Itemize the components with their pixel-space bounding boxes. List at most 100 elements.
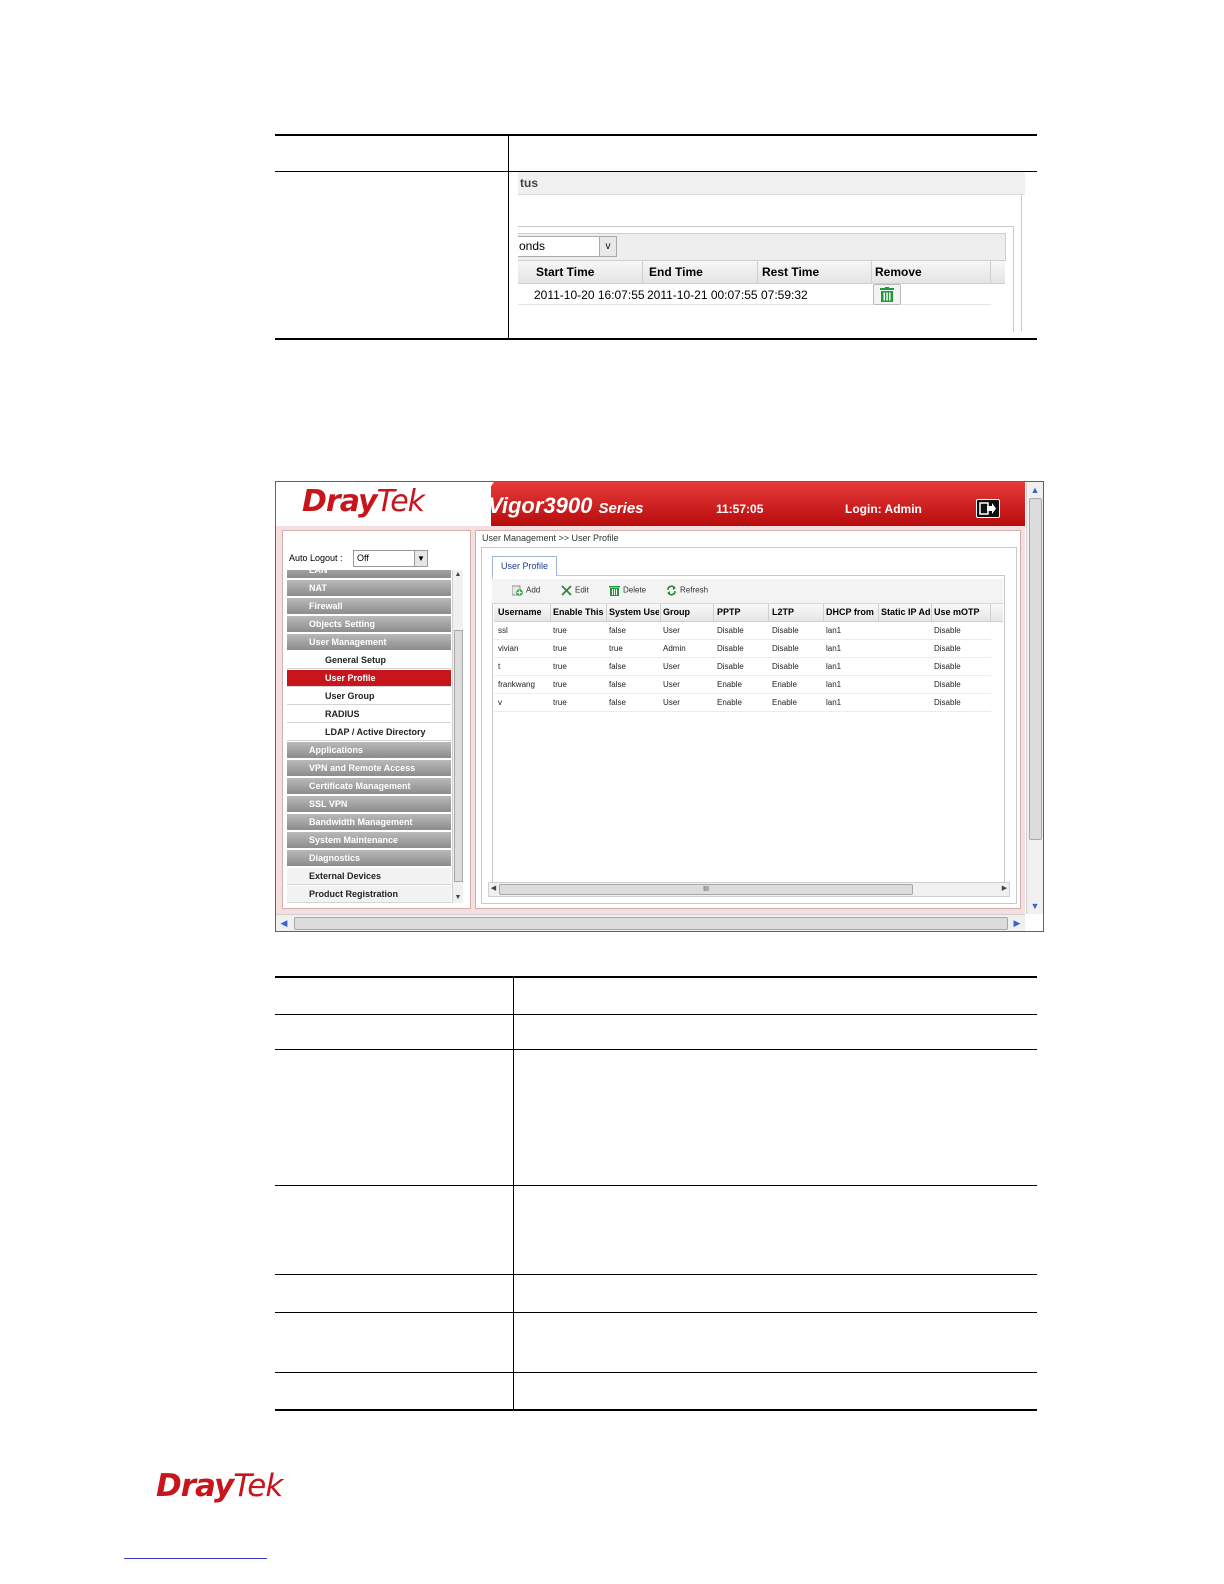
sidebar-item-bandwidth-management[interactable]: Bandwidth Management [287, 814, 451, 831]
sidebar-item-user-management[interactable]: User Management [287, 634, 451, 651]
sidebar-item-nat[interactable]: NAT [287, 580, 451, 597]
col-group[interactable]: Group [663, 607, 713, 617]
col-enable-this[interactable]: Enable This [553, 607, 605, 617]
window-horizontal-scrollbar[interactable]: ◀ ▶ [276, 914, 1025, 931]
sidebar-scrollbar[interactable]: ▲ ▼ [452, 570, 463, 903]
scroll-left-icon[interactable]: ◀ [489, 884, 498, 893]
status-tab[interactable]: tus [518, 172, 1025, 195]
doc-table2-rule [275, 1372, 1037, 1373]
breadcrumb: User Management >> User Profile [482, 533, 619, 543]
col-rest-time[interactable]: Rest Time [762, 265, 819, 279]
chevron-down-icon[interactable]: ▼ [414, 551, 427, 566]
sidebar-item-radius[interactable]: RADIUS [287, 706, 451, 723]
scroll-down-icon[interactable]: ▼ [1029, 900, 1041, 912]
logout-button[interactable] [976, 499, 1000, 518]
window-scroll-thumb[interactable] [1029, 498, 1042, 840]
sidebar-item-external-devices[interactable]: External Devices [287, 868, 451, 885]
sidebar-item-user-group[interactable]: User Group [287, 688, 451, 705]
chevron-down-icon[interactable]: v [599, 237, 616, 256]
refresh-button[interactable]: Refresh [666, 585, 708, 596]
navigation-menu: LAN NAT Firewall Objects Setting User Manage… [287, 570, 451, 903]
scroll-right-icon[interactable]: ▶ [1000, 884, 1009, 893]
col-system-use[interactable]: System Use [609, 607, 659, 617]
col-username[interactable]: Username [498, 607, 550, 617]
doc-table-divider [508, 134, 509, 339]
table-row[interactable]: v true false User Enable Enable lan1 Disable [494, 694, 991, 712]
group-cell: Admin [663, 644, 686, 653]
doc-table2-bottom-rule [275, 1409, 1037, 1411]
window-hscroll-thumb[interactable] [294, 917, 1008, 930]
use-motp-cell: Disable [934, 644, 961, 653]
col-remove[interactable]: Remove [875, 265, 922, 279]
scroll-up-icon[interactable]: ▲ [1029, 484, 1041, 496]
table-row[interactable]: t true false User Disable Disable lan1 Disable [494, 658, 991, 676]
col-pptp[interactable]: PPTP [717, 607, 767, 617]
sidebar-item-ldap-active-directory[interactable]: LDAP / Active Directory [287, 724, 451, 741]
sidebar-item-applications[interactable]: Applications [287, 742, 451, 759]
doc-table2-rule [275, 1312, 1037, 1313]
system-use-cell: false [609, 626, 626, 635]
sidebar-item-vpn-and-remote-access[interactable]: VPN and Remote Access [287, 760, 451, 777]
footer-logo-dray: Dray [156, 1468, 234, 1504]
table-row[interactable]: ssl true false User Disable Disable lan1 Disabl… [494, 622, 991, 640]
username-cell: t [498, 662, 501, 671]
sidebar-item-product-registration[interactable]: Product Registration [287, 886, 451, 903]
enable-this-cell: true [553, 698, 567, 707]
logo-dray: Dray [302, 484, 378, 519]
sidebar-item-ssl-vpn[interactable]: SSL VPN [287, 796, 451, 813]
pptp-cell: Disable [717, 662, 744, 671]
grid-header: Username Enable This System Use Group PP… [494, 604, 1003, 622]
enable-this-cell: true [553, 626, 567, 635]
col-static-ip[interactable]: Static IP Ad [881, 607, 931, 617]
interval-select[interactable]: onds v [518, 236, 617, 257]
interval-select-value: onds [519, 239, 546, 253]
sidebar-item-objects-setting[interactable]: Objects Setting [287, 616, 451, 633]
pptp-cell: Disable [717, 644, 744, 653]
username-cell: frankwang [498, 680, 535, 689]
auto-logout-select[interactable]: Off ▼ [353, 550, 428, 567]
sidebar-item-lan[interactable]: LAN [287, 570, 451, 579]
scroll-down-icon[interactable]: ▼ [453, 893, 463, 903]
scroll-left-icon[interactable]: ◀ [278, 917, 290, 929]
sidebar-scroll-thumb[interactable] [454, 630, 463, 882]
l2tp-cell: Enable [772, 698, 797, 707]
col-use-motp[interactable]: Use mOTP [934, 607, 989, 617]
col-separator [642, 261, 643, 283]
group-cell: User [663, 626, 680, 635]
sidebar-item-firewall[interactable]: Firewall [287, 598, 451, 615]
enable-this-cell: true [553, 662, 567, 671]
sidebar-item-system-maintenance[interactable]: System Maintenance [287, 832, 451, 849]
col-separator [606, 604, 607, 621]
group-cell: User [663, 680, 680, 689]
delete-button[interactable]: Delete [609, 585, 646, 596]
sidebar-item-certificate-management[interactable]: Certificate Management [287, 778, 451, 795]
logo-tek: Tek [376, 484, 425, 519]
grid-horizontal-scrollbar[interactable]: ◀ III ▶ [488, 882, 1010, 897]
table-row[interactable]: vivian true true Admin Disable Disable lan1 Dis… [494, 640, 991, 658]
sidebar-item-user-profile[interactable]: User Profile [287, 670, 451, 687]
col-dhcp-from[interactable]: DHCP from [826, 607, 878, 617]
group-cell: User [663, 698, 680, 707]
grid-scroll-thumb[interactable]: III [499, 884, 913, 895]
table-row[interactable]: 2011-10-20 16:07:55 2011-10-21 00:07:55 … [518, 284, 991, 305]
pptp-cell: Disable [717, 626, 744, 635]
col-l2tp[interactable]: L2TP [772, 607, 822, 617]
tab-user-profile[interactable]: User Profile [492, 556, 557, 576]
remove-button[interactable] [873, 284, 901, 305]
col-start-time[interactable]: Start Time [536, 265, 594, 279]
add-button[interactable]: Add [512, 585, 540, 596]
scroll-up-icon[interactable]: ▲ [453, 570, 463, 580]
col-separator [768, 604, 769, 621]
table-row[interactable]: frankwang true false User Enable Enable lan1 Di… [494, 676, 991, 694]
auto-logout-value: Off [357, 553, 369, 563]
col-end-time[interactable]: End Time [649, 265, 703, 279]
footer-draytek-logo: DrayTek [156, 1468, 283, 1504]
col-separator [550, 604, 551, 621]
scroll-right-icon[interactable]: ▶ [1011, 917, 1023, 929]
edit-button[interactable]: Edit [561, 585, 589, 596]
sidebar-item-general-setup[interactable]: General Setup [287, 652, 451, 669]
add-label: Add [526, 585, 541, 595]
router-web-ui-window: DrayTek Vigor3900 Series 11:57:05 Login:… [275, 481, 1044, 932]
window-vertical-scrollbar[interactable]: ▲ ▼ [1026, 482, 1043, 914]
sidebar-item-diagnostics[interactable]: Diagnostics [287, 850, 451, 867]
